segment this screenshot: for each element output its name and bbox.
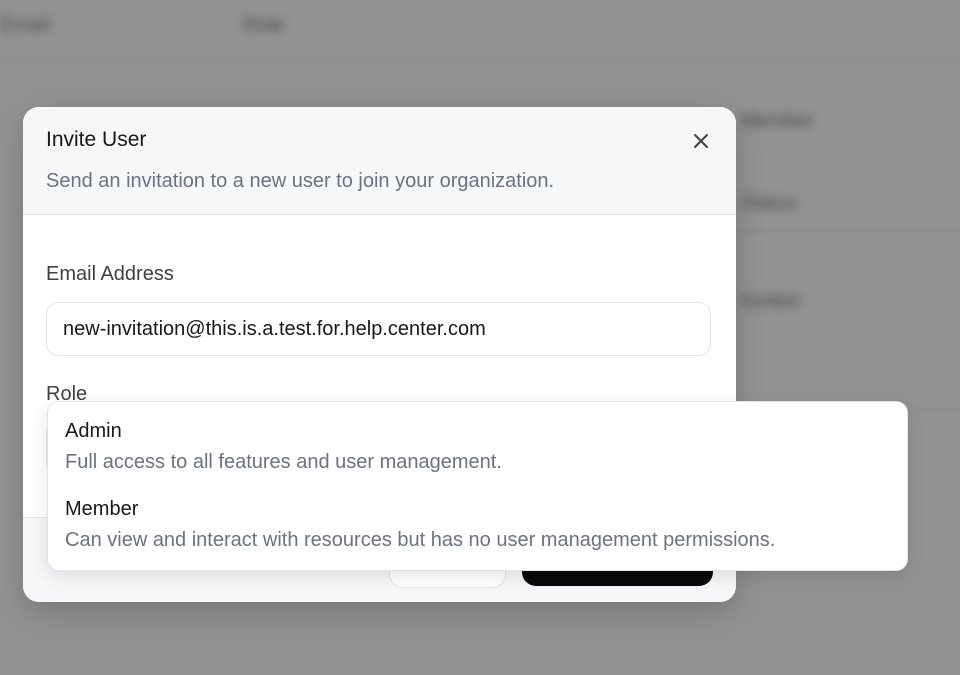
close-icon: [694, 134, 708, 148]
option-title: Admin: [65, 420, 122, 442]
option-description: Can view and interact with resources but…: [65, 529, 776, 551]
role-dropdown: Admin Full access to all features and us…: [47, 401, 908, 571]
option-title: Member: [65, 498, 139, 520]
email-field[interactable]: [46, 302, 711, 356]
dialog-description: Send an invitation to a new user to join…: [46, 170, 555, 192]
email-label: Email Address: [46, 263, 174, 285]
dialog-title: Invite User: [46, 128, 147, 151]
dialog-header: Invite User Send an invitation to a new …: [23, 107, 736, 215]
role-option-member[interactable]: Member Can view and interact with resour…: [48, 480, 907, 554]
role-option-admin[interactable]: Admin Full access to all features and us…: [48, 402, 907, 476]
option-description: Full access to all features and user man…: [65, 451, 502, 473]
close-button[interactable]: [685, 125, 717, 157]
